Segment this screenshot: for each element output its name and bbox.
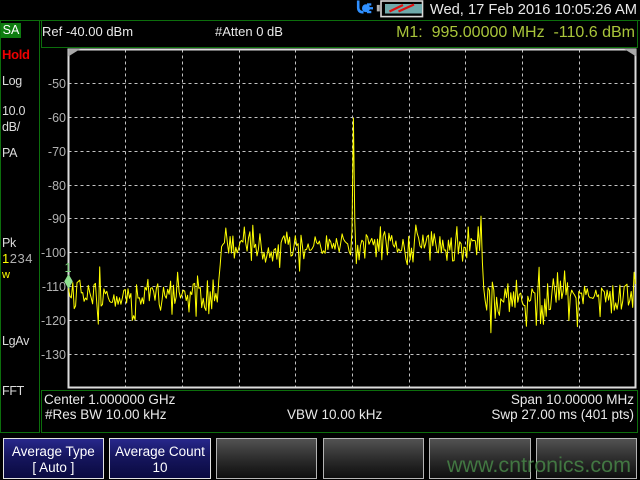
svg-text:-60: -60 — [48, 111, 66, 125]
svg-text:-90: -90 — [48, 212, 66, 226]
svg-text:1: 1 — [65, 261, 72, 275]
svg-text:-70: -70 — [48, 145, 66, 159]
svg-text:-130: -130 — [41, 348, 66, 362]
svg-text:-120: -120 — [41, 314, 66, 328]
svg-text:-110: -110 — [42, 280, 66, 294]
svg-text:-50: -50 — [48, 77, 66, 91]
svg-text:-100: -100 — [41, 246, 66, 260]
svg-text:-80: -80 — [48, 179, 66, 193]
